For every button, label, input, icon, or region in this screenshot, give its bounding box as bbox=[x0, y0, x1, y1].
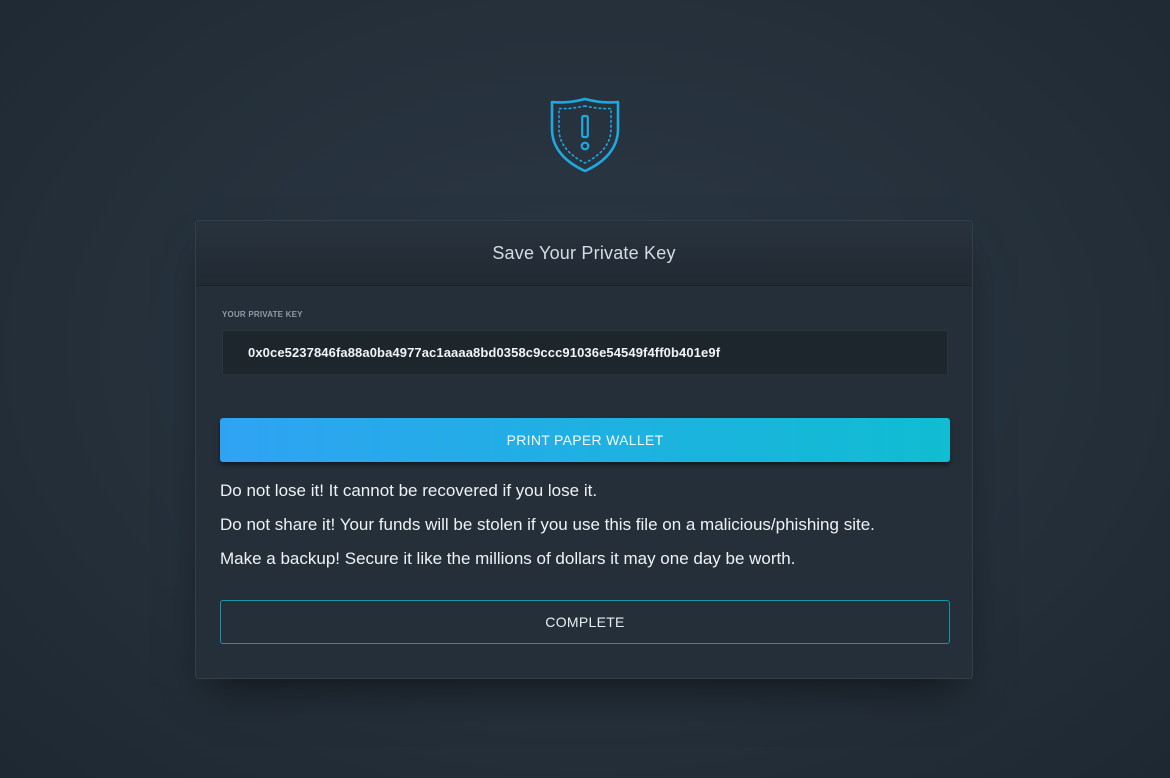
warning-text-share: Do not share it! Your funds will be stol… bbox=[220, 515, 875, 534]
save-private-key-card: Save Your Private Key YOUR PRIVATE KEY 0… bbox=[195, 220, 973, 679]
warning-text-lose: Do not lose it! It cannot be recovered i… bbox=[220, 481, 598, 500]
private-key-field[interactable]: 0x0ce5237846fa88a0ba4977ac1aaaa8bd0358c9… bbox=[222, 330, 948, 374]
dialog-title: Save Your Private Key bbox=[492, 242, 676, 263]
private-key-value[interactable]: 0x0ce5237846fa88a0ba4977ac1aaaa8bd0358c9… bbox=[248, 345, 720, 360]
complete-button[interactable]: COMPLETE bbox=[220, 600, 950, 644]
print-paper-wallet-button[interactable]: PRINT PAPER WALLET bbox=[220, 418, 950, 462]
private-key-label: YOUR PRIVATE KEY bbox=[222, 310, 303, 319]
card-header: Save Your Private Key bbox=[196, 221, 972, 286]
shield-warning-icon bbox=[550, 97, 620, 173]
warning-text-backup: Make a backup! Secure it like the millio… bbox=[220, 549, 796, 568]
